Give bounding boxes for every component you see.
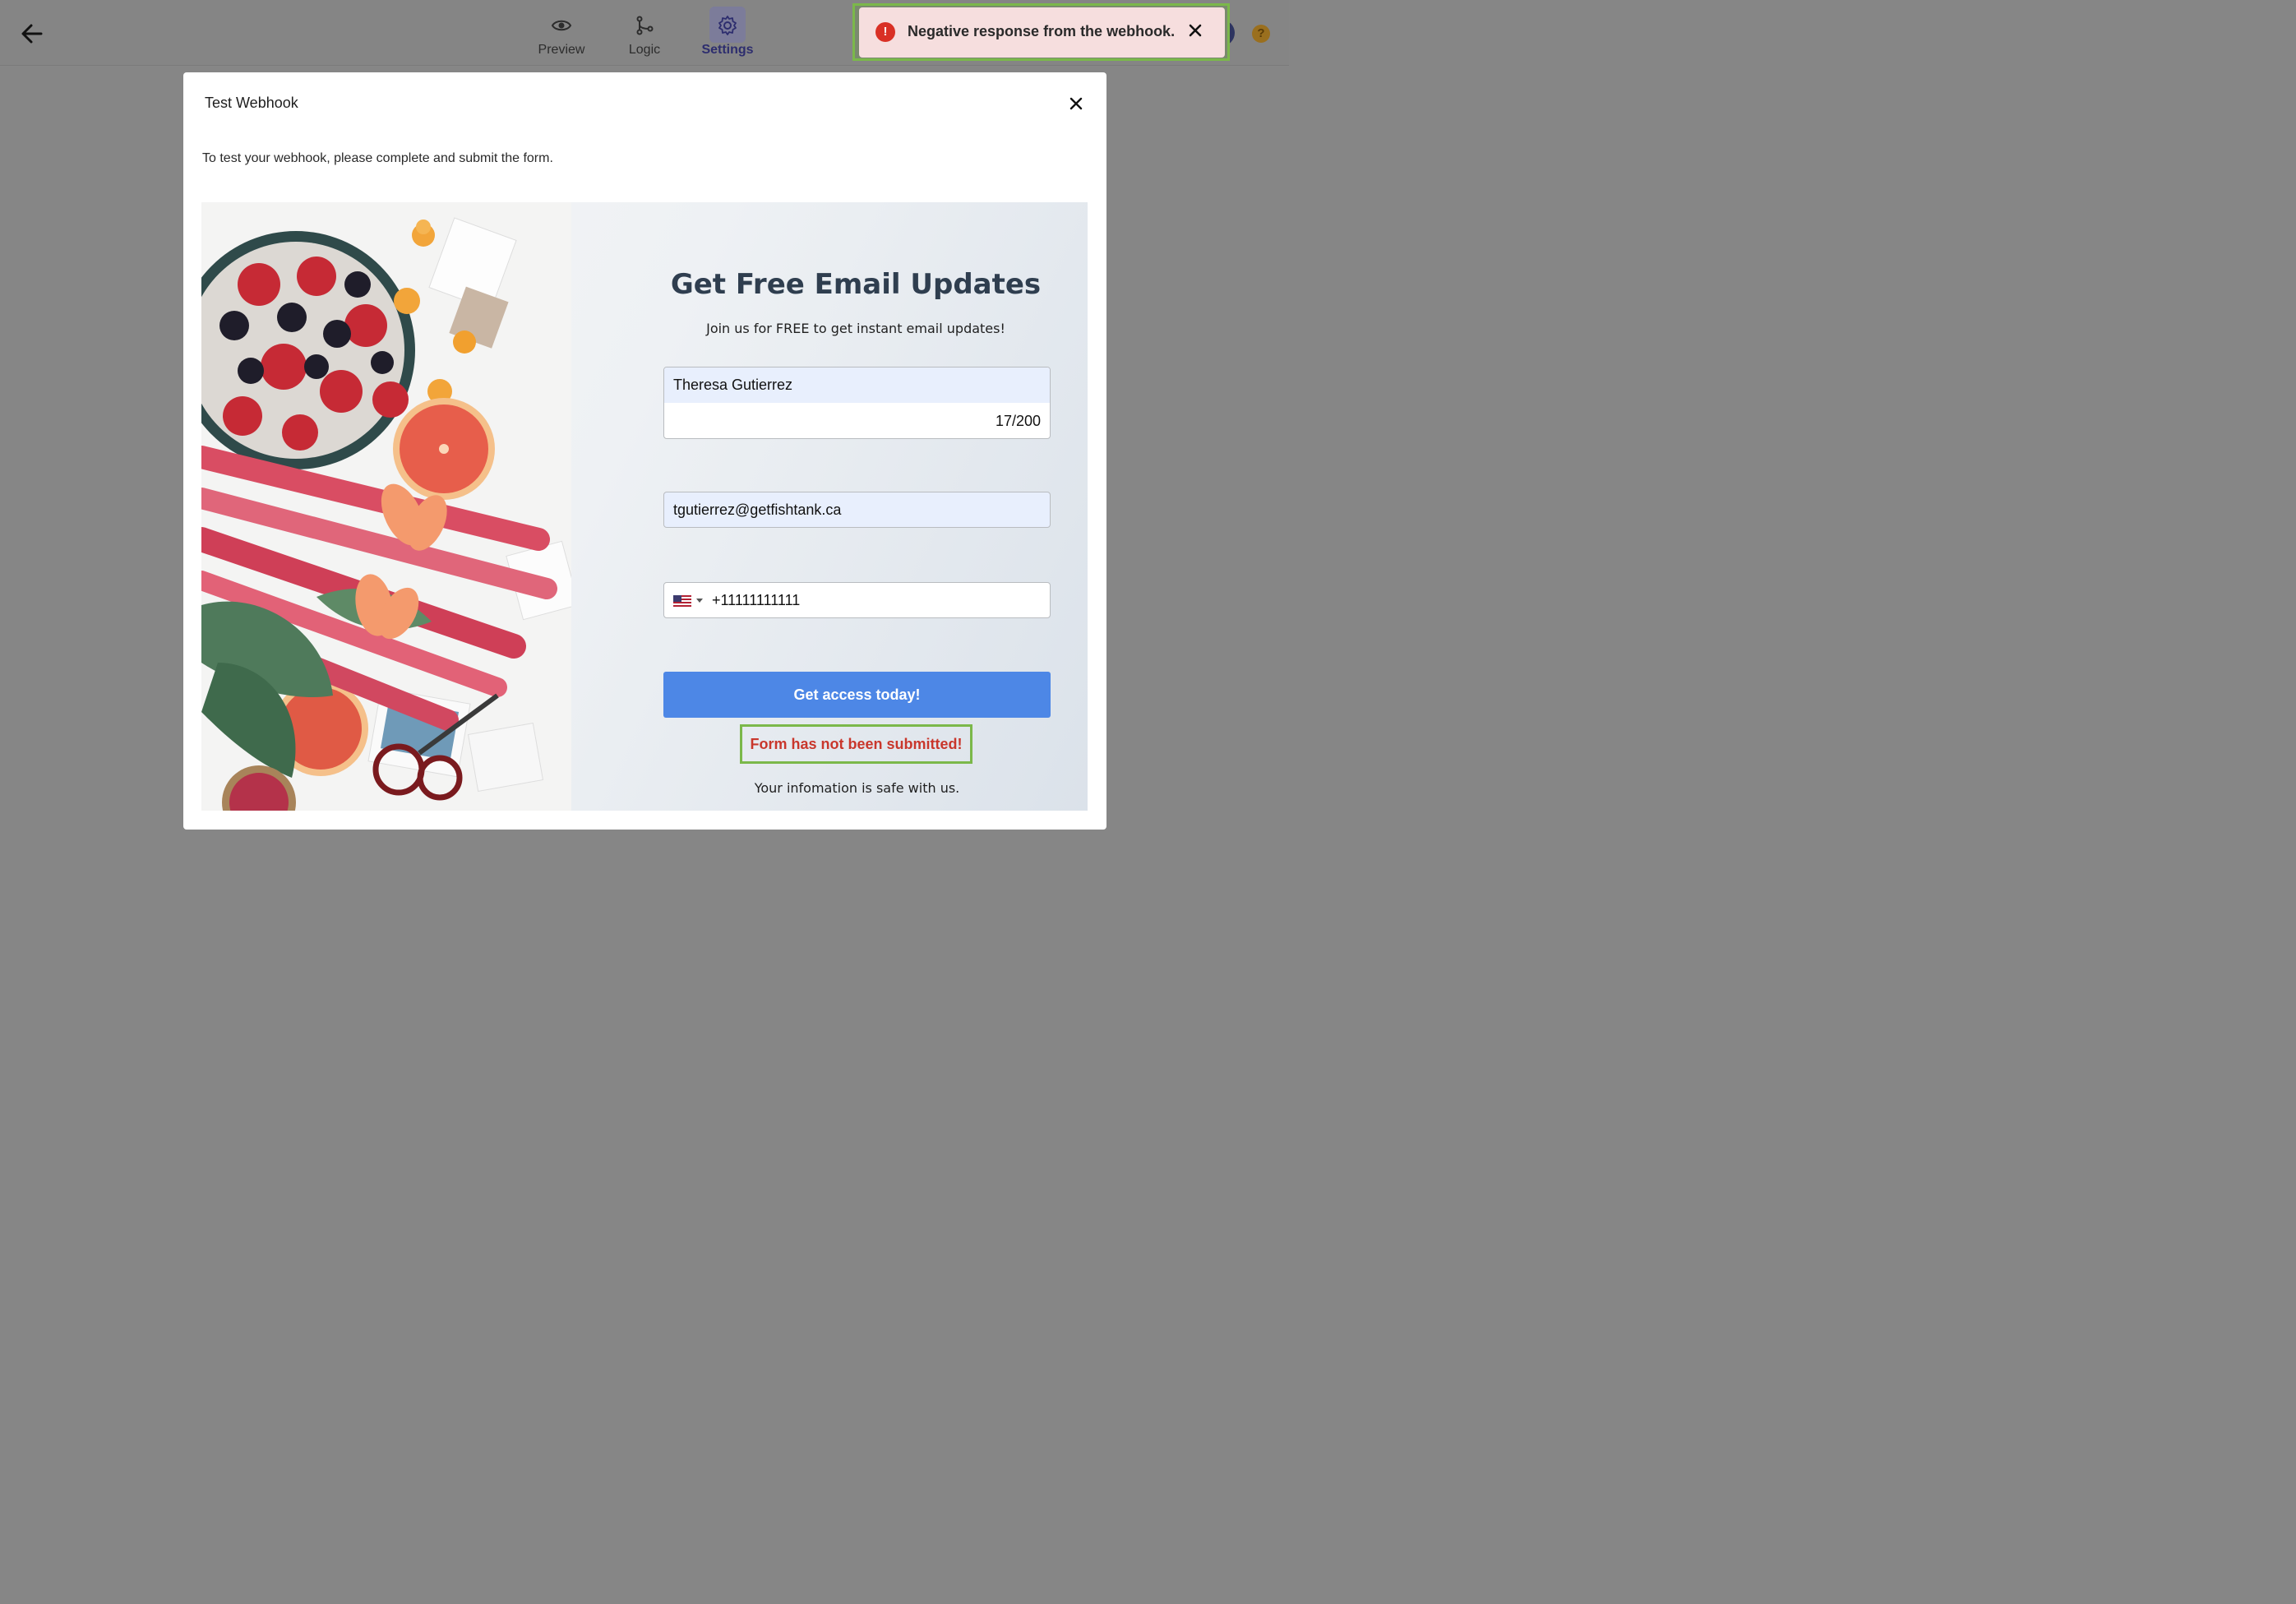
app-root: Preview Logic Settings ? ! Negative resp… <box>0 0 1289 900</box>
email-input-value[interactable]: tgutierrez@getfishtank.ca <box>673 502 841 519</box>
tab-preview[interactable]: Preview <box>524 7 598 62</box>
close-icon[interactable] <box>1187 22 1203 39</box>
phone-field[interactable]: +11111111111 <box>663 582 1051 618</box>
form-error-message: Form has not been submitted! <box>740 724 972 764</box>
tab-logic-label: Logic <box>628 43 661 57</box>
error-toast: ! Negative response from the webhook. <box>859 7 1225 58</box>
name-field[interactable]: Theresa Gutierrez 17/200 <box>663 367 1051 439</box>
tab-settings-label: Settings <box>701 43 754 57</box>
character-counter: 17/200 <box>995 413 1041 429</box>
test-webhook-modal: Test Webhook To test your webhook, pleas… <box>183 72 1106 830</box>
back-arrow-icon[interactable] <box>18 20 46 48</box>
modal-close-icon[interactable] <box>1067 95 1085 113</box>
tab-settings[interactable]: Settings <box>691 7 765 62</box>
gear-icon <box>718 16 737 35</box>
fruit-hero-image <box>201 202 571 811</box>
privacy-note: Your infomation is safe with us. <box>754 780 960 796</box>
help-icon[interactable]: ? <box>1252 25 1270 43</box>
toast-message: Negative response from the webhook. <box>908 23 1176 39</box>
form-title: Get Free Email Updates <box>670 268 1042 301</box>
modal-description: To test your webhook, please complete an… <box>202 151 553 165</box>
country-dropdown-caret-icon[interactable] <box>696 599 703 603</box>
tab-preview-label: Preview <box>538 43 585 57</box>
submit-button[interactable]: Get access today! <box>663 672 1051 718</box>
form-subtitle: Join us for FREE to get instant email up… <box>706 321 1005 336</box>
email-field[interactable]: tgutierrez@getfishtank.ca <box>663 492 1051 528</box>
tab-logic[interactable]: Logic <box>607 7 681 62</box>
eye-icon <box>551 20 572 31</box>
modal-title: Test Webhook <box>205 95 298 111</box>
branch-icon <box>636 16 654 35</box>
signup-form-preview: Get Free Email Updates Join us for FREE … <box>201 202 1088 811</box>
error-icon: ! <box>875 22 895 42</box>
name-input-value[interactable]: Theresa Gutierrez <box>673 377 792 394</box>
phone-input-value[interactable]: +11111111111 <box>712 592 800 609</box>
us-flag-icon[interactable] <box>673 595 691 607</box>
